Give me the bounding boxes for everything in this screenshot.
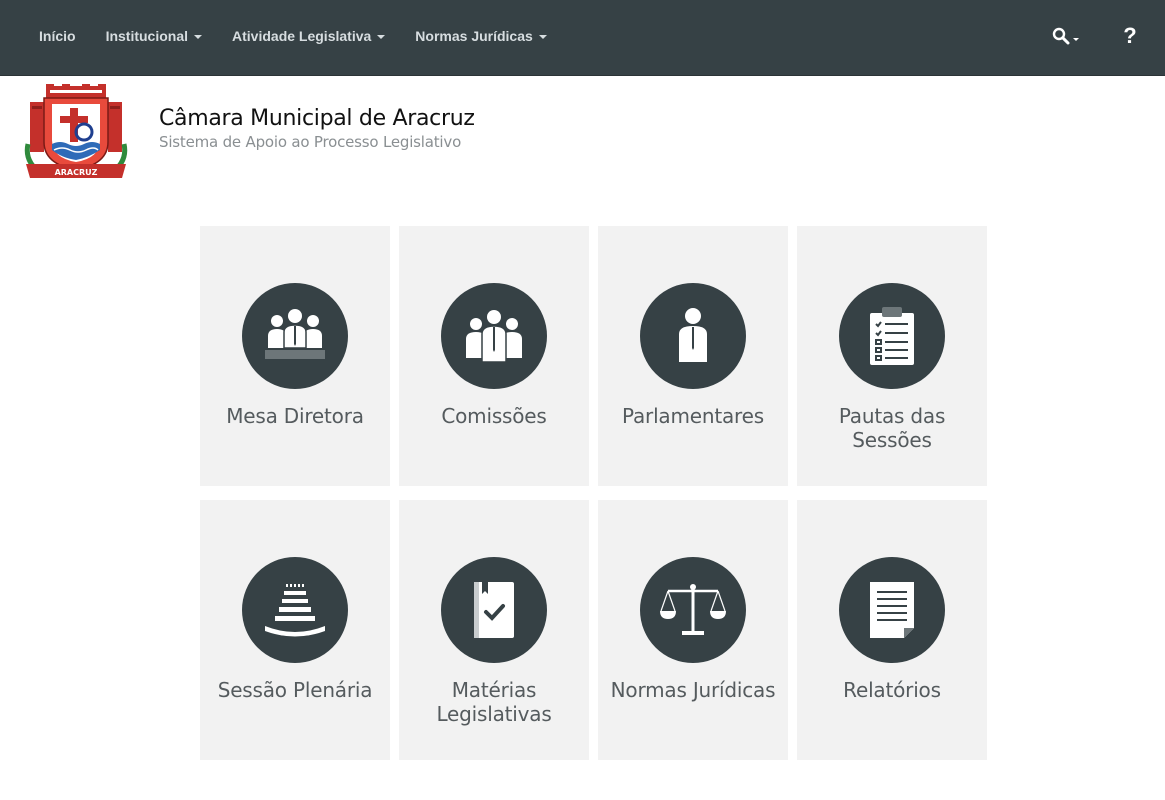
nav-item-label: Atividade Legislativa: [232, 28, 372, 44]
nav-item-label: Início: [39, 28, 76, 44]
search-icon: [1052, 27, 1069, 45]
tile-relatorios[interactable]: Relatórios: [797, 500, 987, 760]
tile-label: Sessão Plenária: [217, 678, 373, 702]
nav-item-inicio[interactable]: Início: [24, 28, 91, 44]
tile-label: Mesa Diretora: [226, 404, 364, 428]
tile-label: Relatórios: [843, 678, 941, 702]
tile-comissoes[interactable]: Comissões: [399, 226, 589, 486]
page-subtitle: Sistema de Apoio ao Processo Legislativo: [159, 133, 462, 151]
book-check-icon: [474, 582, 514, 638]
caret-down-icon: [538, 35, 547, 39]
tile-label: Normas Jurídicas: [610, 678, 776, 702]
tile-label: Parlamentares: [622, 404, 764, 428]
nav-item-label: Institucional: [105, 28, 189, 44]
search-dropdown-button[interactable]: [1035, 27, 1095, 45]
tile-parlamentares[interactable]: Parlamentares: [598, 226, 788, 486]
person-icon: [679, 308, 707, 362]
caret-down-icon: [377, 35, 386, 39]
coat-of-arms-logo[interactable]: ARACRUZ: [22, 84, 130, 182]
document-icon: [870, 582, 914, 638]
plenary-icon: [265, 584, 325, 637]
nav-right-tools: ?: [1035, 0, 1165, 72]
tile-pautas-das-sessoes[interactable]: Pautas das Sessões: [797, 226, 987, 486]
nav-item-normas-juridicas[interactable]: Normas Jurídicas: [400, 28, 562, 44]
caret-down-icon: [194, 35, 203, 39]
top-navbar: Início Institucional Atividade Legislati…: [0, 0, 1165, 76]
group-people-icon: [466, 310, 522, 363]
logo-text: ARACRUZ: [55, 168, 98, 177]
clipboard-checklist-icon: [870, 307, 914, 365]
scales-icon: [660, 584, 726, 635]
tile-mesa-diretora[interactable]: Mesa Diretora: [200, 226, 390, 486]
tile-icon-circle: [242, 283, 348, 389]
tile-normas-juridicas[interactable]: Normas Jurídicas: [598, 500, 788, 760]
nav-item-label: Normas Jurídicas: [415, 28, 533, 44]
nav-menu: Início Institucional Atividade Legislati…: [24, 0, 562, 72]
caret-down-icon: [1072, 37, 1079, 41]
board-table-icon: [265, 309, 325, 359]
help-button[interactable]: ?: [1095, 23, 1165, 49]
tile-icon-circle: [640, 283, 746, 389]
tile-icon-circle: [441, 283, 547, 389]
page-title: Câmara Municipal de Aracruz: [159, 106, 475, 131]
tile-materias-legislativas[interactable]: Matérias Legislativas: [399, 500, 589, 760]
tile-icon-circle: [640, 557, 746, 663]
tile-icon-circle: [242, 557, 348, 663]
nav-item-atividade-legislativa[interactable]: Atividade Legislativa: [217, 28, 400, 44]
tile-sessao-plenaria[interactable]: Sessão Plenária: [200, 500, 390, 760]
tile-icon-circle: [839, 557, 945, 663]
tile-label: Pautas das Sessões: [838, 404, 946, 452]
tile-icon-circle: [839, 283, 945, 389]
tile-icon-circle: [441, 557, 547, 663]
tile-label: Matérias Legislativas: [436, 678, 552, 726]
tile-label: Comissões: [441, 404, 547, 428]
help-label: ?: [1123, 23, 1137, 48]
nav-item-institucional[interactable]: Institucional: [91, 28, 217, 44]
